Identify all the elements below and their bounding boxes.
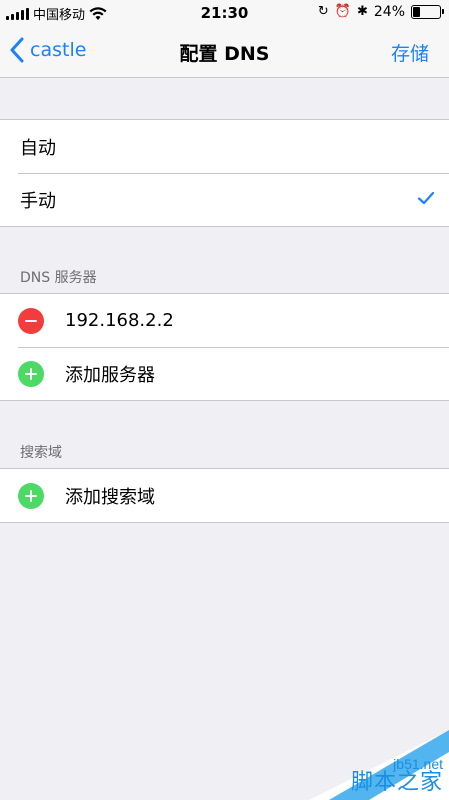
- navigation-bar: castle 配置 DNS 存储: [0, 26, 449, 78]
- alarm-icon: ⏰: [334, 4, 351, 19]
- mode-option-label: 手动: [20, 190, 56, 212]
- add-search-domain-label: 添加搜索域: [65, 486, 155, 508]
- add-search-domain-row[interactable]: 添加搜索域: [0, 469, 449, 522]
- dns-server-row[interactable]: 192.168.2.2: [0, 294, 449, 347]
- add-server-label: 添加服务器: [65, 364, 155, 386]
- dns-server-address: 192.168.2.2: [65, 310, 174, 331]
- search-domains-group: 添加搜索域: [0, 468, 449, 523]
- battery-level-fill: [413, 7, 420, 17]
- status-right: ↻ ⏰ ✱ 24%: [317, 4, 444, 20]
- mode-option-auto[interactable]: 自动: [0, 120, 449, 173]
- add-search-domain-icon[interactable]: [18, 482, 44, 509]
- checkmark-icon: [417, 191, 435, 205]
- add-server-row[interactable]: 添加服务器: [0, 347, 449, 400]
- battery-icon: [411, 5, 444, 19]
- mode-option-manual[interactable]: 手动: [0, 173, 449, 226]
- search-domain-section-header: 搜索域: [20, 445, 62, 461]
- watermark: jb51.net 脚本之家: [309, 730, 449, 800]
- page-title: 配置 DNS: [179, 43, 270, 65]
- save-button[interactable]: 存储: [391, 39, 429, 66]
- status-bar: 中国移动 21:30 ↻ ⏰ ✱ 24%: [0, 0, 449, 26]
- battery-percent: 24%: [373, 4, 405, 20]
- mode-option-label: 自动: [20, 137, 56, 159]
- dns-section-header: DNS 服务器: [20, 270, 97, 286]
- dns-servers-group: 192.168.2.2 添加服务器: [0, 293, 449, 401]
- bluetooth-icon: ✱: [356, 4, 368, 19]
- watermark-text: 脚本之家: [350, 770, 443, 795]
- add-server-icon[interactable]: [18, 360, 44, 387]
- delete-server-icon[interactable]: [18, 307, 44, 334]
- orientation-lock-icon: ↻: [317, 4, 329, 19]
- dns-mode-group: 自动 手动: [0, 119, 449, 227]
